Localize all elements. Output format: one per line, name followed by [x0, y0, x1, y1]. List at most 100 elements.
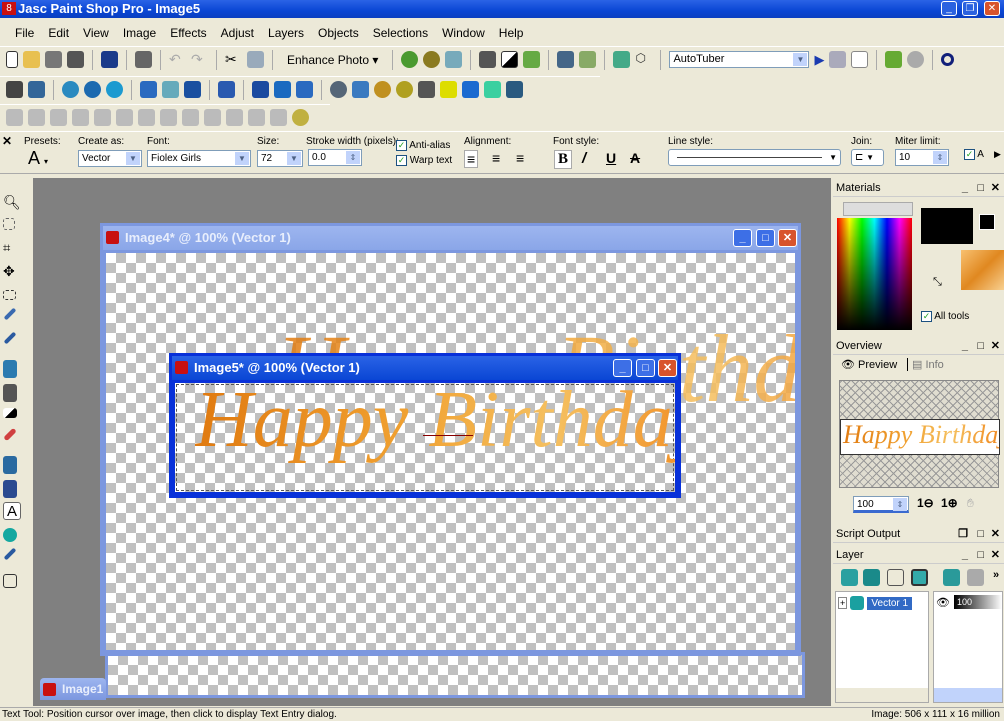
image4-close-button[interactable]: ✕: [778, 229, 797, 247]
window-icon[interactable]: [296, 81, 313, 98]
new-raster-layer-icon[interactable]: [841, 569, 858, 586]
overview-close[interactable]: ✕: [991, 338, 1000, 355]
paint-brush-icon[interactable]: [3, 331, 17, 345]
pen-tool-icon[interactable]: [3, 547, 17, 561]
script-output-maximize[interactable]: □: [977, 526, 984, 543]
foreground-small-swatch[interactable]: [979, 214, 995, 230]
script-output-restore[interactable]: ❐: [958, 526, 968, 543]
globe-icon[interactable]: [106, 81, 123, 98]
strikethrough-button[interactable]: A: [630, 150, 640, 166]
load-script-icon[interactable]: [885, 51, 903, 68]
layer-opacity-slider[interactable]: 100: [954, 595, 1002, 609]
save-icon[interactable]: [101, 51, 118, 68]
disabled-icon[interactable]: [160, 109, 177, 126]
create-as-select[interactable]: Vector ▼: [78, 150, 142, 167]
menu-edit[interactable]: Edit: [41, 26, 76, 40]
enhance-photo-menu[interactable]: Enhance Photo ▾: [281, 53, 384, 67]
menu-effects[interactable]: Effects: [163, 26, 213, 40]
disabled-icon[interactable]: [248, 109, 265, 126]
overview-preview[interactable]: Happy Birthday: [839, 380, 1000, 488]
layer-list-scrollbar[interactable]: [836, 688, 928, 702]
line-style-select[interactable]: ▼: [668, 149, 841, 166]
image5-canvas[interactable]: Happy Birthday: [175, 383, 675, 492]
open-icon[interactable]: [23, 51, 40, 68]
a-checkbox[interactable]: ✓ A: [964, 149, 984, 160]
script-select[interactable]: AutoTuber ▼: [669, 51, 810, 68]
globe-icon[interactable]: [62, 81, 79, 98]
warp-text-checkbox[interactable]: ✓ Warp text: [396, 155, 452, 166]
script-dialog-icon[interactable]: [851, 51, 869, 68]
align-right-button[interactable]: ≡: [516, 150, 524, 166]
new-vector-layer-icon[interactable]: [863, 569, 880, 586]
move-tool-icon[interactable]: ✥: [3, 263, 21, 281]
clone-brush-icon[interactable]: [3, 360, 17, 378]
new-mask-layer-icon[interactable]: [887, 569, 904, 586]
foreground-color-swatch[interactable]: [921, 208, 973, 244]
close-options-icon[interactable]: ✕: [2, 134, 12, 148]
menu-objects[interactable]: Objects: [311, 26, 366, 40]
overview-zoom-field[interactable]: 100 ⇕: [853, 496, 909, 513]
disabled-icon[interactable]: [72, 109, 89, 126]
layer-minimize[interactable]: _: [962, 547, 968, 564]
grid-icon[interactable]: [162, 81, 179, 98]
web-icon[interactable]: [292, 109, 309, 126]
disabled-icon[interactable]: [182, 109, 199, 126]
image5-close-button[interactable]: ✕: [658, 359, 677, 377]
image5-title-bar[interactable]: Image5* @ 100% (Vector 1) _ □ ✕: [172, 356, 678, 380]
scan-icon[interactable]: [67, 51, 84, 68]
photo-fix-icon[interactable]: [401, 51, 419, 68]
undo-icon[interactable]: ↶: [169, 51, 186, 68]
background-image-window[interactable]: [105, 652, 805, 698]
maximize-button[interactable]: ❐: [962, 1, 978, 16]
record-icon[interactable]: [907, 51, 925, 68]
tab-preview[interactable]: 👁︎ Preview: [841, 358, 897, 371]
window-icon[interactable]: [274, 81, 291, 98]
effect-icon[interactable]: [462, 81, 479, 98]
redo-icon[interactable]: ↷: [191, 51, 208, 68]
text-tool-icon[interactable]: A: [3, 502, 21, 520]
layer-properties-scrollbar[interactable]: [934, 688, 1002, 702]
tool-icon[interactable]: [6, 81, 23, 98]
grid-icon[interactable]: [140, 81, 157, 98]
overview-maximize[interactable]: □: [977, 338, 984, 355]
histogram-icon[interactable]: [557, 51, 575, 68]
scratch-remover-icon[interactable]: [3, 384, 17, 402]
disabled-icon[interactable]: [28, 109, 45, 126]
edit-script-icon[interactable]: [829, 51, 847, 68]
italic-button[interactable]: /: [582, 150, 586, 167]
dodge-icon[interactable]: [3, 408, 17, 418]
layer-row[interactable]: + Vector 1: [838, 596, 928, 612]
materials-tabs[interactable]: [843, 202, 913, 216]
image4-title-bar[interactable]: Image4* @ 100% (Vector 1) _ □ ✕: [103, 226, 798, 250]
menu-window[interactable]: Window: [435, 26, 492, 40]
menu-file[interactable]: File: [8, 26, 41, 40]
image4-minimize-button[interactable]: _: [733, 229, 752, 247]
materials-close[interactable]: ✕: [991, 180, 1000, 197]
presets-button[interactable]: A ▾: [28, 148, 48, 169]
menu-image[interactable]: Image: [116, 26, 163, 40]
photo-icon[interactable]: [445, 51, 463, 68]
effect-icon[interactable]: [506, 81, 523, 98]
disabled-icon[interactable]: [116, 109, 133, 126]
effect-icon[interactable]: [374, 81, 391, 98]
all-tools-checkbox[interactable]: ✓ All tools: [921, 311, 969, 322]
expand-icon[interactable]: +: [838, 596, 848, 609]
image5-maximize-button[interactable]: □: [636, 359, 655, 377]
run-script-icon[interactable]: ▶: [814, 52, 824, 68]
more-options-icon[interactable]: ▶: [994, 149, 1001, 160]
clarify-icon[interactable]: [523, 51, 541, 68]
image4-maximize-button[interactable]: □: [756, 229, 775, 247]
layer-close[interactable]: ✕: [991, 547, 1000, 564]
layer-maximize[interactable]: □: [977, 547, 984, 564]
script-output-header[interactable]: Script Output ❐ □ ✕: [833, 526, 1004, 543]
disabled-icon[interactable]: [270, 109, 287, 126]
overview-minimize[interactable]: _: [962, 338, 968, 355]
miter-limit-field[interactable]: 10 ⇕: [895, 149, 949, 166]
effect-icon[interactable]: [396, 81, 413, 98]
rotation-handle[interactable]: [423, 435, 473, 436]
menu-adjust[interactable]: Adjust: [214, 26, 261, 40]
red-eye-icon[interactable]: [479, 51, 497, 68]
deform-tool-icon[interactable]: [3, 218, 15, 230]
materials-minimize[interactable]: _: [962, 180, 968, 197]
visibility-eye-icon[interactable]: 👁︎: [936, 596, 950, 609]
